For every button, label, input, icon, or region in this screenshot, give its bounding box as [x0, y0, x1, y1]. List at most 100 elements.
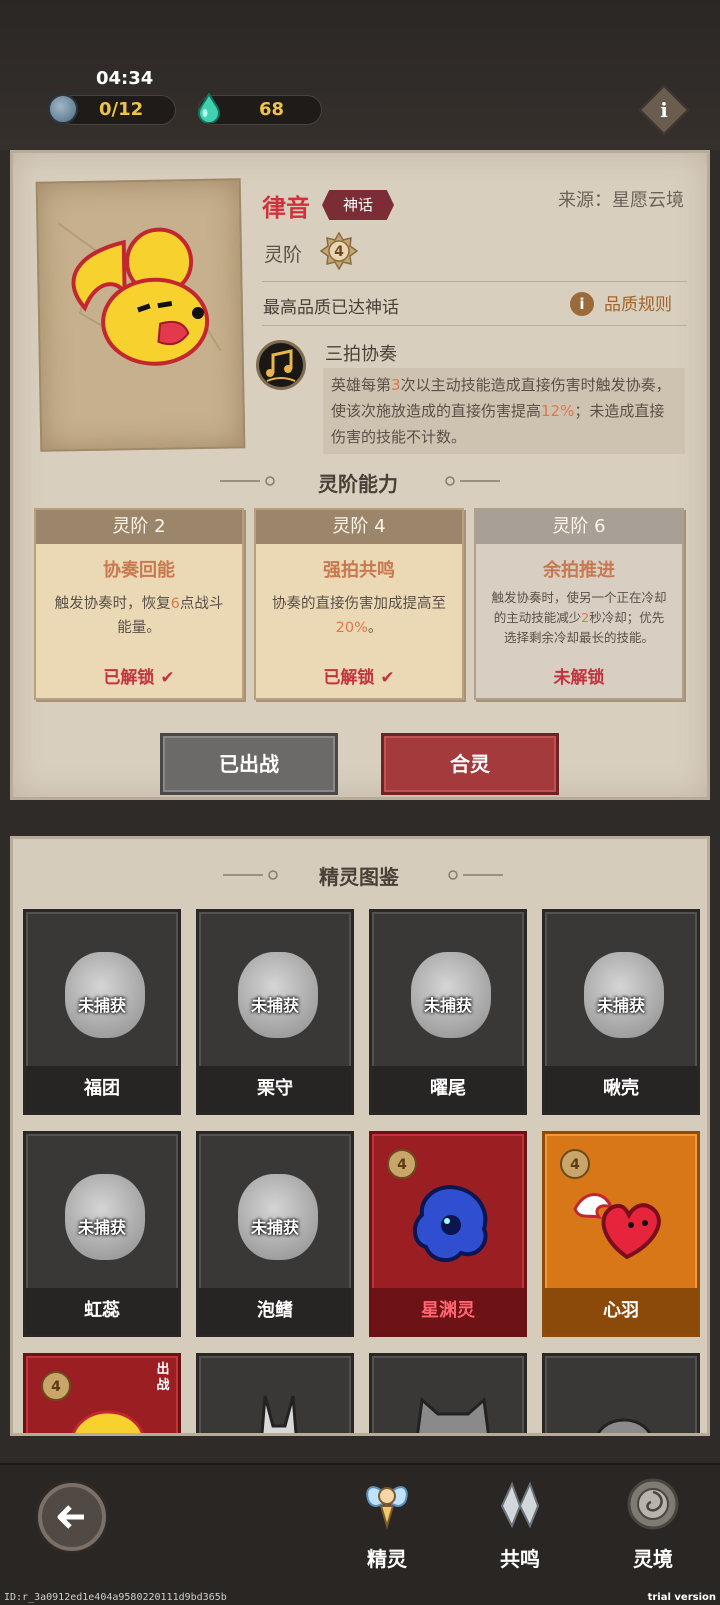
- codex-card-name: 心羽: [545, 1288, 697, 1334]
- tier-section-title: 灵阶能力: [318, 472, 398, 496]
- codex-card[interactable]: 4 心羽: [542, 1131, 700, 1337]
- uncaptured-label: 未捕获: [423, 996, 472, 1015]
- tier-card-title: 余拍推进: [543, 560, 615, 581]
- skill-name: 三拍协奏: [325, 344, 397, 365]
- level-badge-value: 4: [570, 1157, 580, 1173]
- winged-heart-spirit-icon: [573, 1193, 661, 1260]
- tab-realm[interactable]: 灵境: [608, 1468, 698, 1572]
- tier-card-desc: 协奏的直接伤害加成提高至 20%。: [268, 592, 450, 662]
- trial-version-label: trial version: [647, 1592, 716, 1603]
- tier-label: 灵阶: [264, 244, 303, 266]
- skill-desc-text: 英雄每第: [331, 376, 392, 394]
- quality-rules-label: 品质规则: [604, 295, 672, 315]
- tier-status-label: 已解锁: [323, 668, 375, 688]
- tier-badge-icon: 4: [320, 232, 358, 270]
- tier-desc-text: 协奏的直接伤害加成提高至: [272, 596, 446, 612]
- tier-desc-highlight: 20%: [335, 620, 368, 636]
- rarity-tag: 神话: [322, 190, 394, 220]
- back-button[interactable]: [38, 1483, 106, 1551]
- duck-spirit-icon: [57, 222, 222, 366]
- codex-card-name: 星渊灵: [372, 1288, 524, 1334]
- level-badge-icon: 4: [560, 1149, 590, 1179]
- tab-spirit-label: 精灵: [367, 1547, 407, 1571]
- uncaptured-label: 未捕获: [250, 996, 299, 1015]
- uncaptured-label: 未捕获: [77, 1218, 126, 1237]
- codex-card[interactable]: 4 星渊灵: [369, 1131, 527, 1337]
- star-abyss-spirit-icon: [413, 1184, 488, 1263]
- info-circle-icon: i: [570, 292, 594, 316]
- codex-card[interactable]: 未捕获 虹蕊: [23, 1131, 181, 1337]
- ornament-left-icon: [220, 476, 275, 486]
- back-arrow-icon: [57, 1505, 84, 1529]
- ornament-right-icon: [445, 476, 500, 486]
- device-id: ID:r_3a0912ed1e404a9580220111d9bd365b: [4, 1592, 227, 1603]
- codex-card-name: 泡鳍: [199, 1288, 351, 1334]
- water-drop-icon: [198, 93, 220, 123]
- check-icon: ✔: [160, 668, 175, 688]
- info-icon: i: [660, 98, 668, 122]
- check-icon: ✔: [380, 668, 395, 688]
- codex-card[interactable]: 4 出战: [23, 1353, 181, 1433]
- tab-resonance[interactable]: 共鸣: [475, 1468, 565, 1572]
- gem-count: 68: [259, 99, 285, 120]
- spirit-codex-panel: 精灵图鉴 未捕获 福团 未捕获 栗守 未捕获 曜尾 未捕获 啾壳 未捕获 虹蕊 …: [10, 836, 710, 1436]
- divider: [262, 281, 687, 282]
- clock-time: 04:34: [96, 68, 154, 89]
- tab-spirit[interactable]: 精灵: [342, 1468, 432, 1572]
- tier-desc-highlight: 6: [170, 596, 180, 612]
- spirit-orb-icon: [48, 94, 78, 124]
- tier-badge-value: 4: [334, 244, 344, 260]
- tab-resonance-label: 共鸣: [500, 1547, 540, 1571]
- fairy-icon: [366, 1486, 408, 1530]
- tier-desc-text: 触发协奏时，恢复: [54, 596, 171, 612]
- level-badge-value: 4: [51, 1379, 61, 1395]
- codex-card-name: 虹蕊: [26, 1288, 178, 1334]
- gourd-spirit-icon: [596, 1418, 652, 1433]
- tier-card-4: 灵阶 4 强拍共鸣 协奏的直接伤害加成提高至 20%。 已解锁 ✔: [254, 508, 464, 700]
- codex-card-name: 福团: [26, 1066, 178, 1112]
- tier-card-title: 强拍共鸣: [323, 560, 395, 581]
- tier-status-unlocked: 已解锁 ✔: [36, 663, 242, 688]
- level-badge-icon: 4: [41, 1371, 71, 1401]
- tier-desc-text: 。: [367, 620, 383, 636]
- ornament-right-icon: [448, 870, 503, 880]
- tier-card-2: 灵阶 2 协奏回能 触发协奏时，恢复6点战斗能量。 已解锁 ✔: [34, 508, 244, 700]
- rabbit-spirit-icon: [260, 1395, 298, 1433]
- uncaptured-label: 未捕获: [77, 996, 126, 1015]
- codex-card[interactable]: 未捕获 曜尾: [369, 909, 527, 1115]
- deployed-button[interactable]: 已出战: [160, 733, 338, 795]
- spirit-name: 律音: [262, 194, 310, 222]
- codex-card[interactable]: [196, 1353, 354, 1433]
- spirit-portrait: [35, 178, 246, 452]
- tier-status-locked: 未解锁: [553, 668, 605, 688]
- tier-card-header: 灵阶 2: [36, 510, 242, 544]
- uncaptured-label: 未捕获: [250, 1218, 299, 1237]
- codex-card[interactable]: 未捕获 福团: [23, 909, 181, 1115]
- tab-realm-label: 灵境: [633, 1547, 673, 1571]
- spirit-count: 0/12: [99, 99, 144, 120]
- divider: [262, 325, 687, 326]
- tier-card-title: 协奏回能: [103, 560, 175, 581]
- tier-card-desc: 触发协奏时，恢复6点战斗能量。: [48, 592, 230, 662]
- crystal-shard-icon: [500, 1481, 540, 1529]
- codex-card[interactable]: 未捕获 啾壳: [542, 909, 700, 1115]
- uncaptured-label: 未捕获: [596, 996, 645, 1015]
- tier-card-desc: 触发协奏时，使另一个正在冷却的主动技能减少2秒冷却；优先选择剩余冷却最长的技能。: [488, 588, 670, 672]
- ornament-left-icon: [223, 870, 278, 880]
- cat-spirit-icon: [416, 1397, 490, 1433]
- codex-card[interactable]: 未捕获 泡鳍: [196, 1131, 354, 1337]
- level-badge-icon: 4: [387, 1149, 417, 1179]
- deployed-tag: 出战: [156, 1362, 170, 1393]
- tier-status-unlocked: 已解锁 ✔: [256, 663, 462, 688]
- codex-card[interactable]: 未捕获 栗守: [196, 909, 354, 1115]
- quality-status-text: 最高品质已达神话: [263, 298, 399, 318]
- skill-desc-highlight: 12%: [541, 402, 575, 420]
- merge-spirit-button[interactable]: 合灵: [381, 733, 559, 795]
- spirit-source: 来源：星愿云境: [558, 190, 684, 211]
- codex-card[interactable]: [369, 1353, 527, 1433]
- tier-status-label: 已解锁: [103, 668, 155, 688]
- skill-desc-highlight: 3: [391, 376, 401, 394]
- codex-card[interactable]: [542, 1353, 700, 1433]
- codex-card-name: 栗守: [199, 1066, 351, 1112]
- tier-card-header: 灵阶 6: [476, 510, 682, 544]
